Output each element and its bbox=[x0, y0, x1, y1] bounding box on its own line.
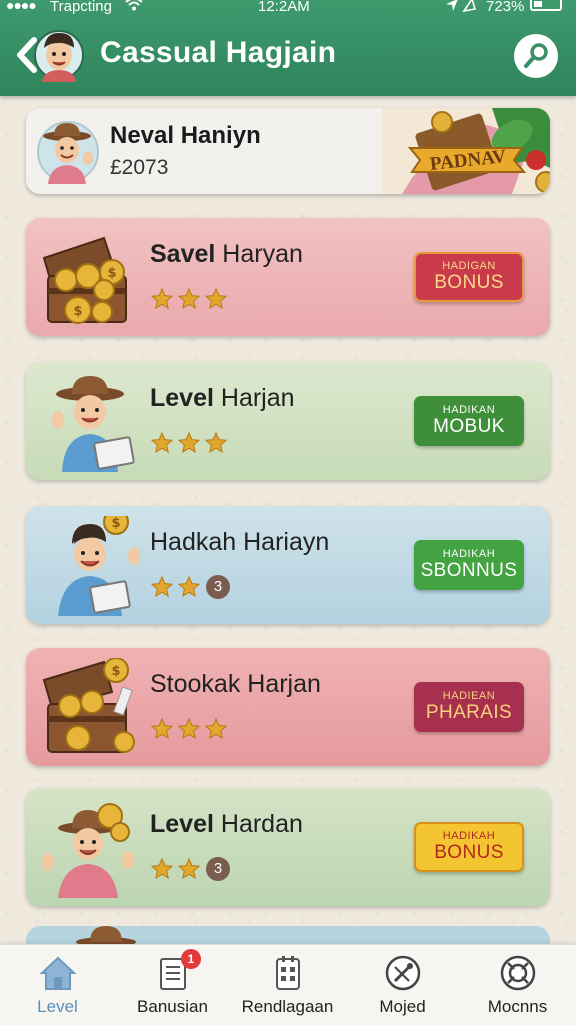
notification-badge: 1 bbox=[181, 949, 201, 969]
level-card[interactable]: $ Stookak Harjan HADIEAN PHARAIS bbox=[26, 648, 550, 766]
bonus-button[interactable]: HADIKAH BONUS bbox=[414, 822, 524, 872]
star-icon bbox=[204, 717, 228, 740]
search-button[interactable] bbox=[514, 34, 558, 78]
explorer-boy-icon bbox=[38, 372, 142, 472]
star-icon bbox=[204, 287, 228, 310]
app-bar: ●●●● Trapcting 12:2AM 723% Cassual Hagja… bbox=[0, 0, 576, 96]
star-icon bbox=[150, 431, 174, 454]
explorer-boy-coin-icon: $ bbox=[38, 509, 142, 616]
star-icon bbox=[150, 575, 174, 598]
star-icon bbox=[150, 717, 174, 740]
level-name: Level Hardan bbox=[150, 810, 303, 838]
profile-name: Neval Haniyn bbox=[110, 122, 261, 149]
bonus-button[interactable]: HADIEAN PHARAIS bbox=[414, 682, 524, 732]
svg-text:$: $ bbox=[73, 304, 82, 319]
svg-text:$: $ bbox=[111, 516, 120, 531]
level-card[interactable]: Level Hardan 3 HADIKAH BONUS bbox=[26, 788, 550, 906]
level-stars bbox=[150, 714, 228, 744]
battery-icon bbox=[530, 0, 562, 11]
svg-text:$: $ bbox=[111, 664, 120, 679]
location-icon bbox=[444, 0, 478, 17]
status-bar: ●●●● Trapcting 12:2AM 723% bbox=[0, 0, 576, 18]
page-title: Cassual Hagjain bbox=[100, 36, 337, 69]
target-icon bbox=[500, 955, 536, 991]
tab-level[interactable]: Level bbox=[0, 945, 115, 1025]
star-icon bbox=[177, 575, 201, 598]
status-time: 12:2AM bbox=[258, 0, 310, 15]
tools-icon bbox=[385, 955, 421, 991]
tab-mocnns[interactable]: Mocnns bbox=[460, 945, 575, 1025]
level-name: Stookak Harjan bbox=[150, 670, 321, 698]
profile-card[interactable]: Neval Haniyn £2073 PADNAV bbox=[26, 108, 550, 194]
home-icon bbox=[39, 956, 77, 990]
star-icon bbox=[204, 431, 228, 454]
level-stars: 3 bbox=[150, 572, 230, 602]
treasure-chest-icon: $ $ bbox=[38, 228, 142, 328]
bottom-tab-bar: Level 1 Banusian Rendlagaan Mojed Mocnns bbox=[0, 944, 576, 1025]
tab-mojed[interactable]: Mojed bbox=[345, 945, 460, 1025]
profile-banner: PADNAV bbox=[382, 108, 550, 194]
profile-avatar bbox=[36, 118, 100, 184]
explorer-boy-coins-icon bbox=[38, 798, 142, 898]
svg-text:$: $ bbox=[107, 266, 116, 281]
bonus-button[interactable]: HADIGAN BONUS bbox=[414, 252, 524, 302]
level-stars bbox=[150, 428, 228, 458]
carrier-label: Trapcting bbox=[50, 0, 112, 15]
level-stars: 3 bbox=[150, 854, 230, 884]
star-icon bbox=[150, 287, 174, 310]
star-count-badge: 3 bbox=[206, 857, 230, 881]
tab-banusian[interactable]: 1 Banusian bbox=[115, 945, 230, 1025]
search-icon bbox=[524, 43, 548, 68]
explorer-hat-icon bbox=[76, 926, 136, 944]
tab-rendlagaan[interactable]: Rendlagaan bbox=[230, 945, 345, 1025]
level-card[interactable]: Level Harjan HADIKAN MOBUK bbox=[26, 362, 550, 480]
star-icon bbox=[177, 857, 201, 880]
star-icon bbox=[177, 431, 201, 454]
bonus-button[interactable]: HADIKAN MOBUK bbox=[414, 396, 524, 446]
level-card[interactable]: $ Hadkah Hariayn 3 HADIKAH SBONNUS bbox=[26, 506, 550, 624]
treasure-chest-icon: $ bbox=[38, 657, 142, 758]
calendar-grid-icon bbox=[276, 956, 300, 990]
level-name: Level Harjan bbox=[150, 384, 295, 412]
level-name: Savel Haryan bbox=[150, 240, 303, 268]
bonus-button[interactable]: HADIKAH SBONNUS bbox=[414, 540, 524, 590]
level-name: Hadkah Hariayn bbox=[150, 528, 330, 556]
header-avatar bbox=[34, 28, 84, 82]
level-stars bbox=[150, 284, 228, 314]
wifi-icon bbox=[124, 0, 144, 16]
battery-percent: 723% bbox=[486, 0, 525, 15]
signal-dots-icon: ●●●● bbox=[6, 0, 37, 13]
star-icon bbox=[150, 857, 174, 880]
level-card[interactable]: $ $ Savel Haryan HADIGAN BONUS bbox=[26, 218, 550, 336]
star-count-badge: 3 bbox=[206, 575, 230, 599]
star-icon bbox=[177, 287, 201, 310]
star-icon bbox=[177, 717, 201, 740]
profile-score: £2073 bbox=[110, 156, 169, 179]
